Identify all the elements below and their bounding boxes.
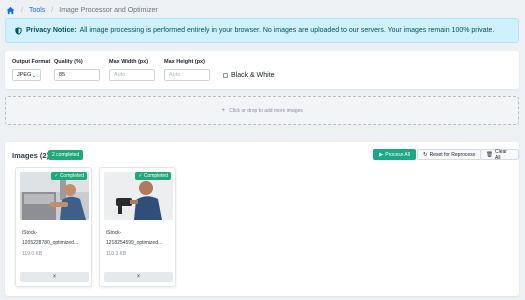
filename-line: 1205228780_optimized... xyxy=(22,240,79,246)
breadcrumb: / Tools / Image Processor and Optimizer xyxy=(6,4,158,16)
clear-all-label: Clear All xyxy=(494,148,507,161)
home-icon[interactable] xyxy=(6,6,15,15)
black-white-option[interactable]: Black & White xyxy=(223,72,275,79)
max-height-label: Max Height (px) xyxy=(164,59,205,65)
reset-reprocess-button[interactable]: ↻ Reset for Reprocess xyxy=(417,149,482,160)
image-filesize: 119.0 KB xyxy=(22,251,43,257)
image-filename: iStock- 1218254599_optimized... xyxy=(106,228,174,248)
completed-count-badge: 2 completed xyxy=(48,150,84,160)
process-all-label: Process All xyxy=(385,151,410,158)
images-panel: Images (2) 2 completed ▶ Process All ↻ R… xyxy=(5,142,519,296)
plus-icon: + xyxy=(221,107,226,114)
process-all-button[interactable]: ▶ Process All xyxy=(373,149,416,160)
breadcrumb-tools-link[interactable]: Tools xyxy=(29,7,45,14)
completed-status-badge: ✓ Completed xyxy=(135,172,171,180)
settings-panel: Output Format JPEG ⌄ Quality (%) 85 Max … xyxy=(5,51,519,89)
output-format-value: JPEG xyxy=(17,72,32,78)
image-filesize: 110.3 KB xyxy=(106,251,127,257)
privacy-notice-title: Privacy Notice: xyxy=(26,27,77,34)
clear-all-button[interactable]: 🗑 Clear All xyxy=(480,148,519,161)
quality-field: Quality (%) 85 xyxy=(54,59,100,81)
image-card: ✓ Completed iStock- 1218254599_optimized… xyxy=(99,167,176,287)
max-height-input[interactable]: Auto xyxy=(164,69,210,81)
max-width-label: Max Width (px) xyxy=(109,59,149,65)
breadcrumb-separator: / xyxy=(51,6,54,14)
output-format-label: Output Format xyxy=(12,59,51,65)
images-title: Images (2) xyxy=(12,151,50,160)
reset-reprocess-label: Reset for Reprocess xyxy=(429,151,476,158)
privacy-notice-text: All image processing is performed entire… xyxy=(79,27,495,34)
max-height-field: Max Height (px) Auto xyxy=(164,59,210,81)
filename-line: 1218254599_optimized... xyxy=(106,240,163,246)
remove-image-button[interactable]: × xyxy=(104,272,173,282)
quality-input[interactable]: 85 xyxy=(54,69,100,81)
chevron-down-icon: ⌄ xyxy=(31,72,37,79)
quality-label: Quality (%) xyxy=(54,59,83,65)
filename-line: iStock- xyxy=(106,230,122,236)
breadcrumb-current: Image Processor and Optimizer xyxy=(59,6,158,14)
image-filename: iStock- 1205228780_optimized... xyxy=(22,228,90,248)
image-card: ✓ Completed iStock- 1205228780_optimized… xyxy=(15,167,92,287)
black-white-checkbox[interactable] xyxy=(223,73,228,78)
remove-image-button[interactable]: × xyxy=(20,272,89,282)
black-white-label: Black & White xyxy=(231,72,275,79)
dropzone-text: Click or drop to add more images xyxy=(229,107,303,114)
refresh-icon: ↻ xyxy=(423,151,428,158)
privacy-notice: Privacy Notice: All image processing is … xyxy=(5,18,519,43)
max-width-input[interactable]: Auto xyxy=(109,69,155,81)
filename-line: iStock- xyxy=(22,230,38,236)
breadcrumb-separator: / xyxy=(21,6,23,14)
max-width-field: Max Width (px) Auto xyxy=(109,59,155,81)
trash-icon: 🗑 xyxy=(486,151,493,158)
output-format-select[interactable]: JPEG ⌄ xyxy=(12,69,41,81)
image-dropzone[interactable]: + Click or drop to add more images xyxy=(5,96,519,125)
shield-icon xyxy=(15,26,22,35)
output-format-field: Output Format JPEG ⌄ xyxy=(12,59,50,81)
play-icon: ▶ xyxy=(379,151,384,158)
completed-status-badge: ✓ Completed xyxy=(51,172,87,180)
